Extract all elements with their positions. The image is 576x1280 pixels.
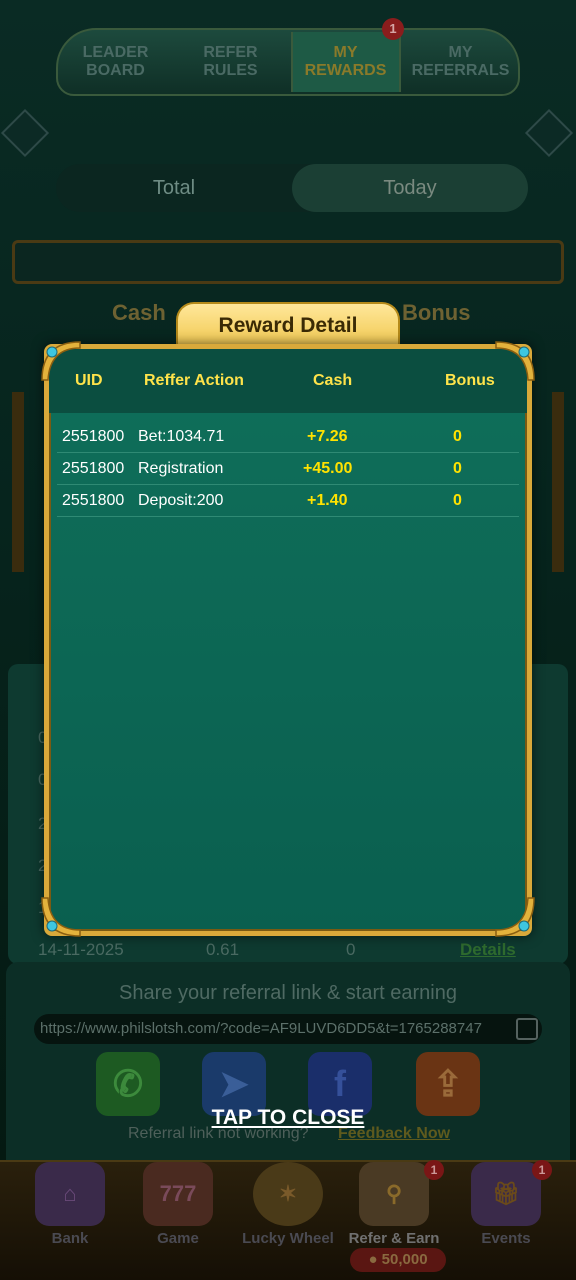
segment-today[interactable]: Today xyxy=(292,164,528,212)
share-title: Share your referral link & start earning xyxy=(119,982,457,1004)
gift-icon: 🎁︎ xyxy=(471,1162,541,1226)
copy-icon[interactable] xyxy=(516,1018,538,1040)
tab-refer-rules[interactable]: REFER RULES xyxy=(176,32,286,92)
row-uid: 2551800 xyxy=(62,428,125,445)
corner-ornament-icon xyxy=(38,338,84,384)
table-row-value: 0.61 xyxy=(206,940,240,959)
row-cash: +45.00 xyxy=(303,460,353,477)
nav-label: Game xyxy=(157,1230,199,1247)
reward-rows: 2551800 Bet:1034.71 +7.26 0 2551800 Regi… xyxy=(49,413,527,517)
row-cash: +7.26 xyxy=(307,428,348,445)
bonus-label: Bonus xyxy=(402,300,471,325)
header-cash: Cash xyxy=(313,372,353,389)
corner-ornament-icon xyxy=(492,894,538,940)
segment-total[interactable]: Total xyxy=(56,164,292,212)
slot-777-icon: 777 xyxy=(143,1162,213,1226)
row-bonus: 0 xyxy=(453,428,462,445)
corner-ornament-icon xyxy=(38,894,84,940)
coin-balance: ● 50,000 xyxy=(350,1248,446,1272)
nav-bank[interactable]: ⌂ Bank xyxy=(20,1162,120,1262)
notification-badge: 1 xyxy=(382,18,404,40)
table-header: UID Reffer Action Cash Bonus xyxy=(49,349,527,413)
row-cash: +1.40 xyxy=(307,492,348,509)
tap-to-close-button[interactable]: TAP TO CLOSE xyxy=(0,1106,576,1130)
coin-amount: 50,000 xyxy=(381,1251,428,1268)
row-bonus: 0 xyxy=(453,460,462,477)
share-icon: ⚲ xyxy=(359,1162,429,1226)
tab-my-rewards[interactable]: MY REWARDS xyxy=(290,32,401,92)
cash-label: Cash xyxy=(112,300,166,325)
table-row-bonus: 0 xyxy=(346,940,356,959)
referral-link-field[interactable]: https://www.philslotsh.com/?code=AF9LUVD… xyxy=(34,1014,542,1044)
tab-bar: LEADER BOARD REFER RULES MY REWARDS MY R… xyxy=(56,28,520,96)
nav-label: Bank xyxy=(51,1230,89,1247)
row-action: Registration xyxy=(138,460,224,477)
table-row: 2551800 Bet:1034.71 +7.26 0 xyxy=(57,421,519,453)
frame-decoration xyxy=(12,392,24,572)
row-uid: 2551800 xyxy=(62,460,125,477)
row-uid: 2551800 xyxy=(62,492,125,509)
table-row: 2551800 Deposit:200 +1.40 0 xyxy=(57,485,519,517)
corner-ornament-icon xyxy=(492,338,538,384)
table-row: 2551800 Registration +45.00 0 xyxy=(57,453,519,485)
stat-bar xyxy=(12,240,564,284)
table-row-date: 14-11-2025 xyxy=(38,940,124,959)
header-action: Reffer Action xyxy=(144,372,244,389)
nav-badge: 1 xyxy=(532,1160,552,1180)
nav-lucky-wheel[interactable]: ✶ Lucky Wheel xyxy=(238,1162,338,1262)
nav-label: Refer & Earn xyxy=(348,1230,440,1247)
nav-label: Lucky Wheel xyxy=(242,1230,334,1247)
row-action: Bet:1034.71 xyxy=(138,428,225,445)
modal-title: Reward Detail xyxy=(176,302,400,350)
header-bonus: Bonus xyxy=(445,372,495,389)
wheel-icon: ✶ xyxy=(253,1162,323,1226)
row-action: Deposit:200 xyxy=(138,492,224,509)
nav-game[interactable]: 777 Game xyxy=(128,1162,228,1262)
tab-my-referrals[interactable]: MY REFERRALS xyxy=(406,32,516,92)
reward-detail-modal: UID Reffer Action Cash Bonus 2551800 Bet… xyxy=(44,344,532,936)
details-link[interactable]: Details xyxy=(460,940,516,960)
frame-decoration xyxy=(552,392,564,572)
nav-label: Events xyxy=(481,1230,531,1247)
bank-icon: ⌂ xyxy=(35,1162,105,1226)
period-segment: Total Today xyxy=(56,164,528,212)
tab-leaderboard[interactable]: LEADER BOARD xyxy=(61,32,171,92)
nav-badge: 1 xyxy=(424,1160,444,1180)
row-bonus: 0 xyxy=(453,492,462,509)
